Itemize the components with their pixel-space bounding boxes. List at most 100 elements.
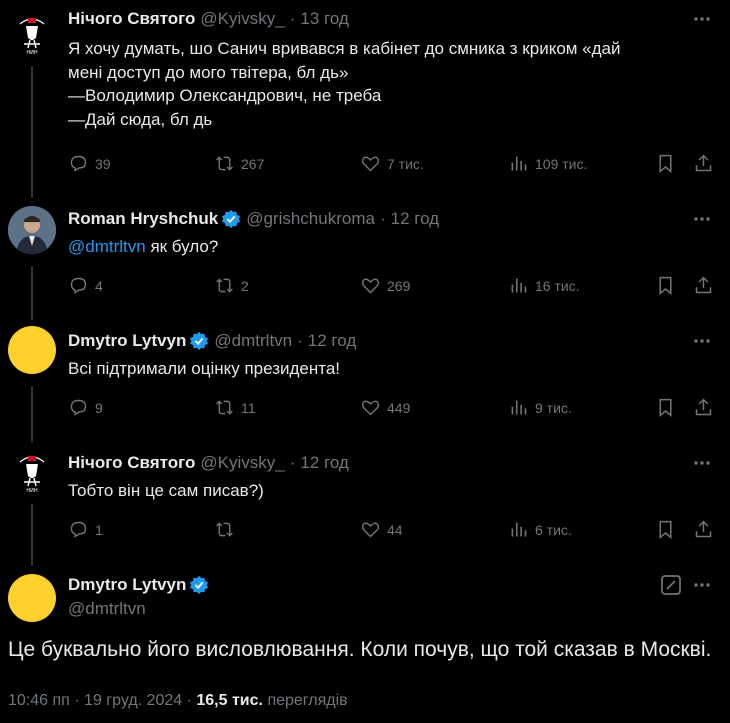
tweet[interactable]: Dmytro Lytvyn @dmtrltvn · 12 год Всі під…	[0, 326, 730, 430]
share-icon[interactable]	[693, 153, 714, 174]
avatar[interactable]: НИН	[8, 448, 56, 496]
views-button[interactable]: 16 тис.	[508, 275, 580, 296]
retweet-count: 11	[241, 399, 256, 416]
reply-count: 4	[95, 277, 103, 294]
svg-text:НИН: НИН	[26, 50, 38, 56]
author-handle[interactable]: @Kyivsky_	[200, 453, 284, 473]
views-label: переглядів	[267, 692, 348, 709]
timestamp[interactable]: 12 год	[308, 331, 356, 351]
verified-icon	[190, 331, 209, 351]
post-date[interactable]: 19 груд. 2024	[84, 692, 182, 709]
more-icon[interactable]	[692, 330, 712, 352]
views-count: 16 тис.	[535, 277, 580, 294]
timestamp[interactable]: 12 год	[391, 209, 439, 229]
post-time[interactable]: 10:46 пп	[8, 692, 70, 709]
more-icon[interactable]	[692, 574, 712, 596]
separator: ·	[297, 331, 303, 350]
action-bar: 1 44 6 тис.	[68, 519, 718, 543]
reply-button[interactable]: 1	[68, 519, 103, 540]
tweet-text: @dmtrltvn як було?	[68, 235, 218, 259]
separator: ·	[74, 692, 85, 709]
author-handle[interactable]: @dmtrltvn	[214, 331, 292, 351]
tweet[interactable]: НИН Нічого Святого @Kyivsky_ · 13 год Я …	[0, 8, 730, 188]
reply-count: 1	[95, 521, 103, 538]
tweet-header: Dmytro Lytvyn	[68, 574, 209, 596]
author-name[interactable]: Нічого Святого	[68, 9, 195, 29]
reply-button[interactable]: 9	[68, 397, 103, 418]
views-button[interactable]: 109 тис.	[508, 153, 587, 174]
reply-count: 9	[95, 399, 103, 416]
grok-icon[interactable]	[660, 574, 682, 596]
avatar[interactable]	[8, 574, 56, 622]
share-icon[interactable]	[693, 519, 714, 540]
retweet-button[interactable]: 11	[214, 397, 256, 418]
like-icon	[361, 400, 380, 416]
retweet-button[interactable]	[214, 519, 241, 540]
share-icon[interactable]	[693, 397, 714, 418]
author-name[interactable]: Dmytro Lytvyn	[68, 575, 186, 595]
retweet-count: 2	[241, 277, 249, 294]
author-name[interactable]: Roman Hryshchuk	[68, 209, 218, 229]
bookmark-icon[interactable]	[655, 153, 676, 174]
retweet-button[interactable]: 267	[214, 153, 264, 174]
author-handle[interactable]: @dmtrltvn	[68, 599, 146, 619]
mention-link[interactable]: @dmtrltvn	[68, 237, 146, 256]
author-handle[interactable]: @grishchukroma	[246, 209, 375, 229]
like-icon	[361, 278, 380, 294]
more-icon[interactable]	[692, 8, 712, 30]
timestamp[interactable]: 12 год	[300, 453, 348, 473]
like-count: 269	[387, 277, 411, 294]
views-count: 109 тис.	[535, 155, 588, 172]
bookmark-icon[interactable]	[655, 519, 676, 540]
author-handle-row: @dmtrltvn	[68, 598, 146, 620]
avatar[interactable]: НИН	[8, 10, 56, 58]
skull-logo-icon: НИН	[19, 18, 45, 56]
author-handle[interactable]: @Kyivsky_	[200, 9, 284, 29]
tweet-text: Я хочу думать, шо Санич вривався в кабін…	[68, 39, 621, 129]
tweet-header: Нічого Святого @Kyivsky_ · 12 год	[68, 452, 349, 474]
bookmark-icon[interactable]	[655, 275, 676, 296]
avatar[interactable]	[8, 326, 56, 374]
tweet[interactable]: Roman Hryshchuk @grishchukroma · 12 год …	[0, 206, 730, 308]
timestamp[interactable]: 13 год	[300, 9, 348, 29]
skull-logo-icon: НИН	[19, 456, 45, 494]
separator: ·	[379, 209, 386, 228]
retweet-icon	[216, 156, 233, 171]
more-icon[interactable]	[692, 452, 712, 474]
retweet-icon	[216, 400, 233, 415]
retweet-button[interactable]: 2	[214, 275, 249, 296]
reply-icon	[70, 277, 87, 294]
separator: ·	[186, 692, 197, 709]
author-name[interactable]: Нічого Святого	[68, 453, 195, 473]
like-icon	[361, 522, 380, 538]
views-icon	[511, 156, 527, 171]
views-button[interactable]: 6 тис.	[508, 519, 572, 540]
bookmark-icon[interactable]	[655, 397, 676, 418]
action-bar: 39 267 7 тис. 109 тис.	[68, 153, 718, 177]
tweet-text: Всі підтримали оцінку президента!	[68, 359, 341, 378]
tweet-body: як було?	[145, 237, 219, 256]
like-button[interactable]: 44	[360, 519, 403, 540]
more-icon[interactable]	[692, 208, 712, 230]
share-icon[interactable]	[693, 275, 714, 296]
verified-icon	[222, 209, 241, 229]
avatar[interactable]	[8, 206, 56, 254]
like-count: 7 тис.	[387, 155, 424, 172]
views-button[interactable]: 9 тис.	[508, 397, 572, 418]
like-icon	[361, 156, 380, 172]
like-button[interactable]: 449	[360, 397, 410, 418]
reply-button[interactable]: 39	[68, 153, 111, 174]
views-icon	[511, 400, 527, 415]
author-name[interactable]: Dmytro Lytvyn	[68, 331, 186, 351]
like-count: 44	[387, 521, 403, 538]
verified-icon	[190, 575, 209, 595]
reply-icon	[70, 521, 87, 538]
views-count: 6 тис.	[535, 521, 572, 538]
tweet-header: Нічого Святого @Kyivsky_ · 13 год	[68, 8, 349, 30]
views-icon	[511, 522, 527, 537]
tweet[interactable]: НИН Нічого Святого @Kyivsky_ · 12 год То…	[0, 448, 730, 552]
like-button[interactable]: 7 тис.	[360, 153, 424, 174]
reply-button[interactable]: 4	[68, 275, 103, 296]
like-button[interactable]: 269	[360, 275, 410, 296]
action-bar: 4 2 269 16 тис.	[68, 275, 718, 299]
